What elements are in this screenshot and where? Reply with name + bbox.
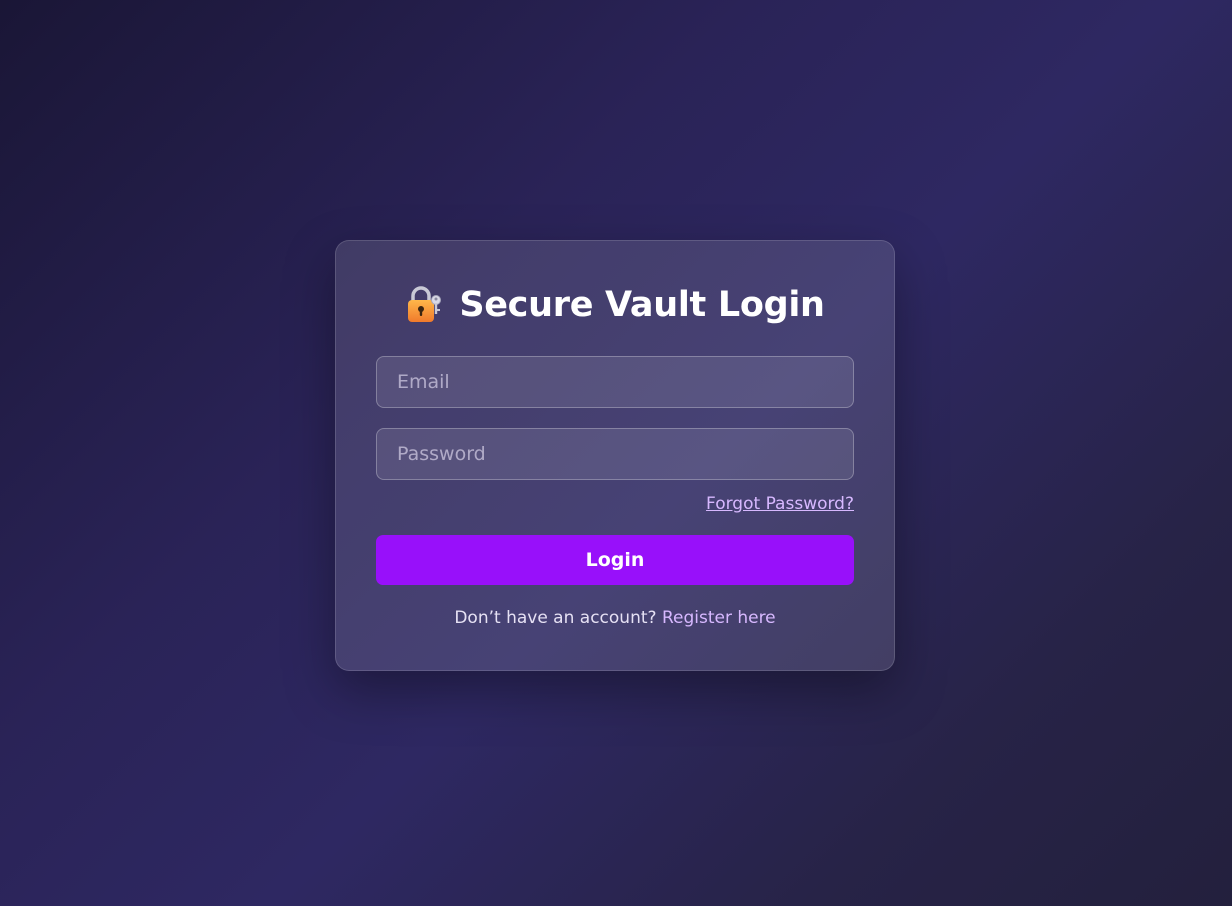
email-field[interactable] <box>376 356 854 408</box>
login-button[interactable]: Login <box>376 535 854 585</box>
signup-row: Don’t have an account? Register here <box>336 608 894 628</box>
title-row: Secure Vault Login <box>336 285 894 325</box>
lock-with-key-icon <box>405 285 443 325</box>
password-field[interactable] <box>376 428 854 480</box>
page-title: Secure Vault Login <box>459 285 825 325</box>
register-link[interactable]: Register here <box>662 608 776 628</box>
login-card: Secure Vault Login Forgot Password? Logi… <box>335 240 895 671</box>
signup-prompt: Don’t have an account? <box>454 608 662 628</box>
forgot-password-link[interactable]: Forgot Password? <box>706 494 854 514</box>
